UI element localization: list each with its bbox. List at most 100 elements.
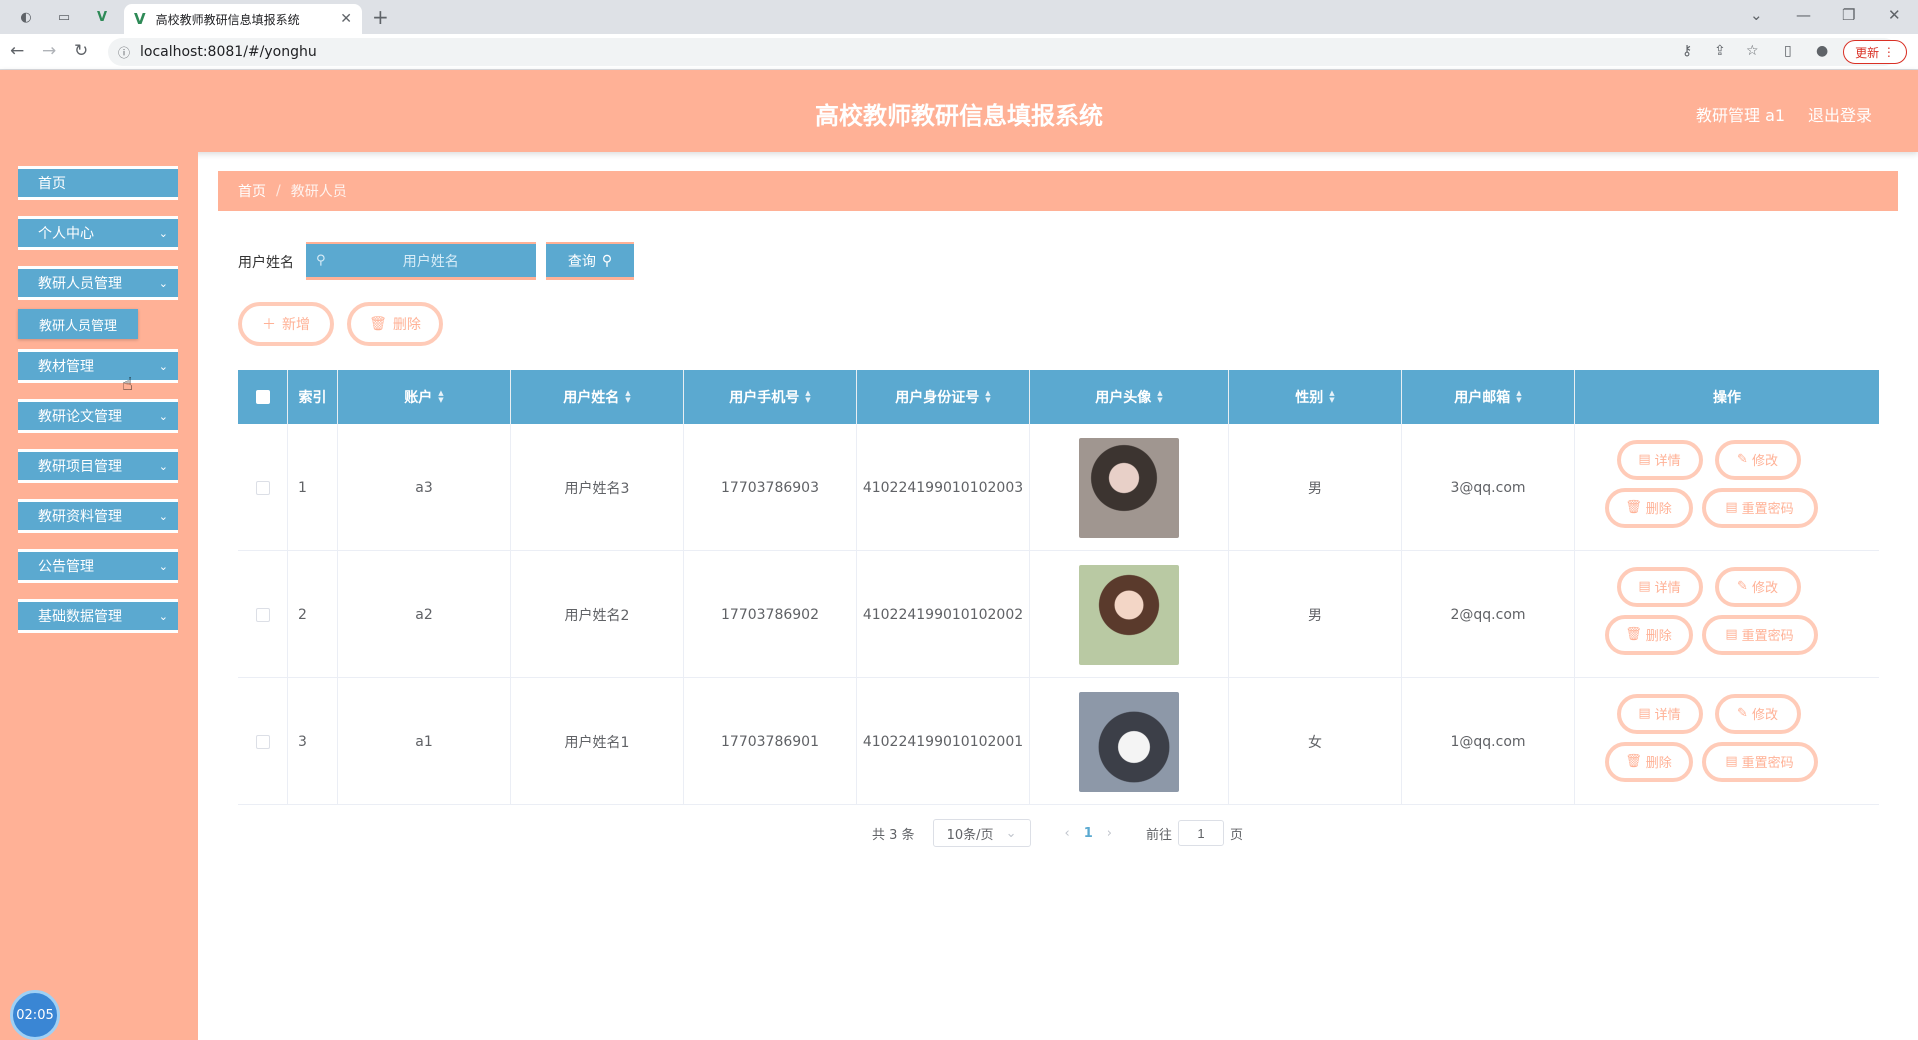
search-field[interactable]: ⚲ [306,242,536,280]
site-info-icon[interactable]: ⓘ [118,44,140,61]
cell-email: 3@qq.com [1402,424,1575,551]
add-button[interactable]: ＋ 新增 [238,302,334,346]
document-icon: ▤ [1725,500,1738,515]
delete-button[interactable]: 🗑 删除 [1604,741,1693,782]
bookmark-star-icon[interactable]: ☆ [1746,43,1759,59]
cell-avatar [1030,424,1229,551]
sort-icon[interactable]: ▲ ▼ [1329,390,1334,404]
minimize-icon[interactable]: — [1796,6,1811,24]
goto-page-input[interactable] [1178,820,1225,846]
timer-badge[interactable]: 02:05 [10,990,60,1040]
header-avatar[interactable]: 用户头像 ▲ ▼ [1030,370,1229,424]
header-label: 操作 [1713,390,1741,406]
prev-page-icon[interactable]: ‹ [1065,826,1070,841]
breadcrumb-current: 教研人员 [290,184,347,200]
detail-button[interactable]: ▤ 详情 [1616,566,1703,607]
header-name[interactable]: 用户姓名 ▲ ▼ [511,370,684,424]
query-button[interactable]: 查询 ⚲ [546,242,634,280]
row-checkbox[interactable] [255,480,270,495]
close-tab-icon[interactable]: ✕ [340,11,352,27]
next-page-icon[interactable]: › [1107,826,1112,841]
delete-button[interactable]: 🗑 删除 [1604,614,1693,655]
trash-icon: 🗑 [1625,500,1642,515]
forward-icon[interactable]: → [42,41,56,61]
current-user-label[interactable]: 教研管理 a1 [1696,102,1785,126]
pinned-tab-vue-icon[interactable]: V [88,5,116,29]
delete-label: 删除 [1645,629,1672,644]
sidebar-item-textbook-management[interactable]: 教材管理 ⌄ [18,349,178,383]
sort-icon[interactable]: ▲ ▼ [985,390,990,404]
sort-icon[interactable]: ▲ ▼ [1516,390,1521,404]
reset-password-button[interactable]: ▤ 重置密码 [1701,614,1818,655]
sidebar-item-base-data-management[interactable]: 基础数据管理 ⌄ [18,599,178,633]
header-phone[interactable]: 用户手机号 ▲ ▼ [684,370,857,424]
user-avatar-image[interactable] [1079,437,1179,538]
edit-button[interactable]: ✎ 修改 [1714,566,1801,607]
submenu-item-staff-management[interactable]: 教研人员管理 [18,309,138,339]
sidebar-item-home[interactable]: 首页 [18,166,178,200]
sidebar-item-notice-management[interactable]: 公告管理 ⌄ [18,549,178,583]
pinned-tab-globe-icon[interactable]: ◐ [12,5,40,29]
batch-delete-button[interactable]: 🗑 删除 [347,302,443,346]
chevron-down-icon: ⌄ [158,609,168,623]
cell-email: 1@qq.com [1402,678,1575,805]
reload-icon[interactable]: ↻ [74,41,88,61]
profile-icon[interactable]: ● [1816,43,1828,59]
edit-button[interactable]: ✎ 修改 [1714,693,1801,734]
user-avatar-image[interactable] [1079,564,1179,665]
update-button[interactable]: 更新 ⋮ [1843,40,1907,64]
tab-search-chevron-icon[interactable]: ⌄ [1750,6,1763,24]
logout-link[interactable]: 退出登录 [1808,102,1872,126]
table-row: 2 a2 用户姓名2 17703786902 41022419901010200… [238,551,1879,678]
pinned-tab-page-icon[interactable]: ▭ [50,5,78,29]
sort-icon[interactable]: ▲ ▼ [438,390,443,404]
edit-button[interactable]: ✎ 修改 [1714,439,1801,480]
reset-password-button[interactable]: ▤ 重置密码 [1701,741,1818,782]
sidebar-item-paper-management[interactable]: 教研论文管理 ⌄ [18,399,178,433]
goto-suffix: 页 [1230,827,1244,843]
sort-icon[interactable]: ▲ ▼ [805,390,810,404]
share-icon[interactable]: ⇪ [1714,43,1726,59]
header-account[interactable]: 账户 ▲ ▼ [338,370,511,424]
user-avatar-image[interactable] [1079,691,1179,792]
search-input[interactable] [325,252,536,269]
edit-label: 修改 [1751,454,1778,469]
reset-password-button[interactable]: ▤ 重置密码 [1701,487,1818,528]
active-browser-tab[interactable]: V 高校教师教研信息填报系统 ✕ [124,4,362,34]
page-number-current[interactable]: 1 [1084,826,1093,841]
url-text: localhost:8081/#/yonghu [140,44,317,60]
sidebar-item-label: 首页 [38,176,66,192]
row-checkbox-cell[interactable] [238,678,288,805]
reset-label: 重置密码 [1741,629,1794,644]
sort-icon[interactable]: ▲ ▼ [1157,390,1162,404]
close-window-icon[interactable]: ✕ [1888,6,1901,24]
row-checkbox-cell[interactable] [238,551,288,678]
side-panel-icon[interactable]: ▯ [1784,43,1792,59]
back-icon[interactable]: ← [10,41,24,61]
address-bar[interactable]: ⓘ localhost:8081/#/yonghu [108,38,1898,66]
delete-button[interactable]: 🗑 删除 [1604,487,1693,528]
row-checkbox[interactable] [255,607,270,622]
header-gender[interactable]: 性别 ▲ ▼ [1229,370,1402,424]
sidebar-item-personal-center[interactable]: 个人中心 ⌄ [18,216,178,250]
sort-icon[interactable]: ▲ ▼ [625,390,630,404]
select-all-checkbox-cell[interactable] [238,370,288,424]
new-tab-icon[interactable]: + [372,5,389,29]
sidebar-item-staff-management[interactable]: 教研人员管理 ⌄ [18,266,178,300]
sidebar-item-project-management[interactable]: 教研项目管理 ⌄ [18,449,178,483]
header-id-card[interactable]: 用户身份证号 ▲ ▼ [857,370,1030,424]
header-label: 用户姓名 [563,390,620,406]
cell-account: a2 [338,551,511,678]
header-ops: 操作 [1575,370,1879,424]
row-checkbox[interactable] [255,734,270,749]
page-size-select[interactable]: 10条/页 ⌄ [932,819,1031,847]
key-icon[interactable]: ⚷ [1682,43,1692,59]
restore-icon[interactable]: ❐ [1842,6,1855,24]
breadcrumb-home[interactable]: 首页 [238,181,266,201]
select-all-checkbox[interactable] [255,390,270,404]
row-checkbox-cell[interactable] [238,424,288,551]
sidebar-item-material-management[interactable]: 教研资料管理 ⌄ [18,499,178,533]
detail-button[interactable]: ▤ 详情 [1616,439,1703,480]
detail-button[interactable]: ▤ 详情 [1616,693,1703,734]
header-email[interactable]: 用户邮箱 ▲ ▼ [1402,370,1575,424]
